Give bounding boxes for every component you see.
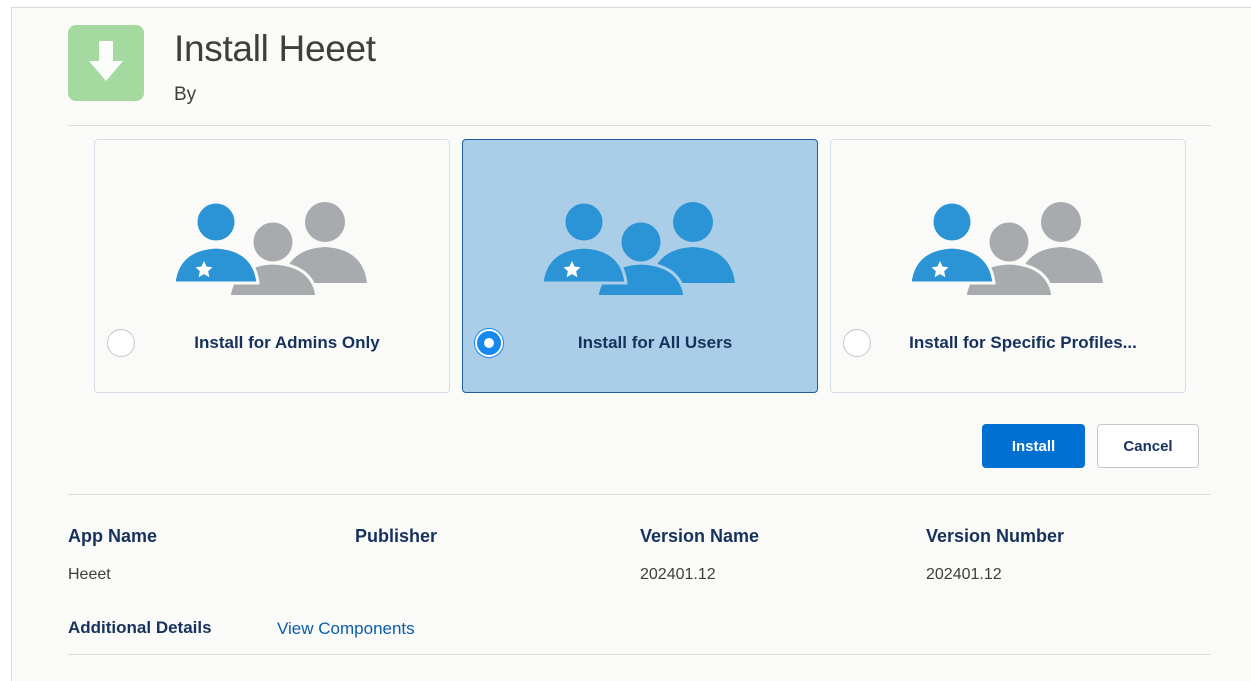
radio-specific-profiles[interactable] <box>843 329 871 357</box>
app-name-heading: App Name <box>68 526 158 546</box>
view-components-link[interactable]: View Components <box>277 619 415 639</box>
option-label: Install for Specific Profiles... <box>909 332 1137 352</box>
radio-all-users[interactable] <box>475 329 503 357</box>
version-name-heading: Version Name <box>640 526 760 546</box>
admin-users-icon <box>172 200 367 295</box>
option-specific-profiles[interactable]: Install for Specific Profiles... <box>830 139 1186 393</box>
publisher-heading: Publisher <box>355 526 438 546</box>
specific-profiles-icon <box>908 200 1103 295</box>
option-label: Install for All Users <box>577 332 733 352</box>
download-arrow-icon <box>68 25 144 101</box>
option-all-users[interactable]: Install for All Users <box>462 139 818 393</box>
publisher-byline: By <box>174 84 197 105</box>
radio-admins-only[interactable] <box>107 329 135 357</box>
version-name-value: 202401.12 <box>640 566 716 583</box>
all-users-icon <box>540 200 735 295</box>
version-number-heading: Version Number <box>926 526 1065 546</box>
cancel-button[interactable]: Cancel <box>1097 424 1199 468</box>
footer-divider <box>68 654 1211 655</box>
app-name-value: Heeet <box>68 566 111 583</box>
option-admins-only[interactable]: Install for Admins Only <box>94 139 450 393</box>
option-label: Install for Admins Only <box>194 332 380 352</box>
version-number-value: 202401.12 <box>926 566 1002 583</box>
install-button[interactable]: Install <box>982 424 1085 468</box>
page-title: Install Heeet <box>174 28 376 69</box>
details-divider <box>68 494 1211 495</box>
additional-details-label: Additional Details <box>68 618 212 637</box>
header-divider <box>68 125 1211 126</box>
